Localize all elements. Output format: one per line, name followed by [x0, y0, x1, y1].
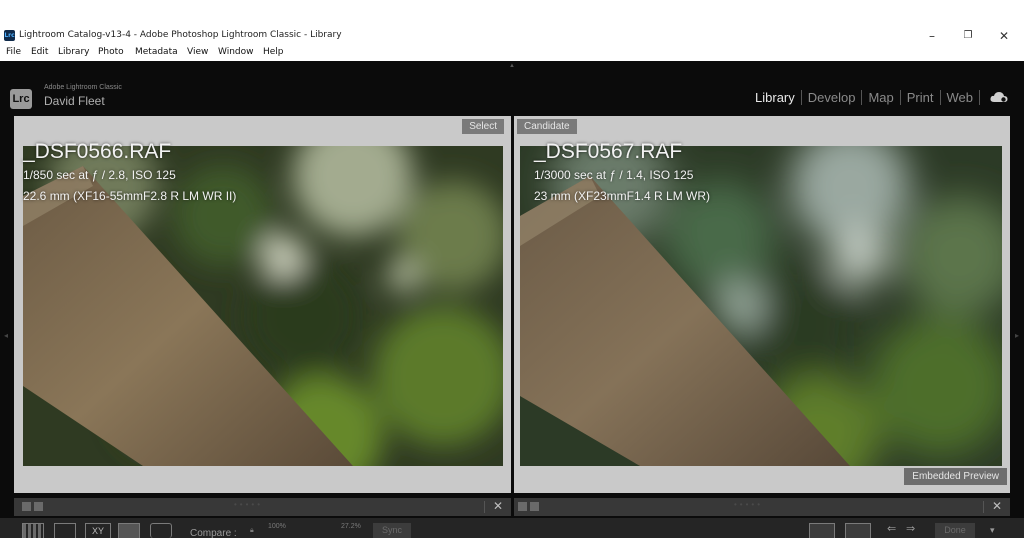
- module-picker: Library Develop Map Print Web: [749, 89, 1008, 105]
- close-button[interactable]: ✕: [986, 27, 1022, 45]
- module-print[interactable]: Print: [901, 90, 940, 105]
- select-pane-footer: ••••• ✕: [14, 498, 511, 516]
- done-button[interactable]: Done: [935, 523, 975, 538]
- embedded-preview-badge: Embedded Preview: [904, 468, 1007, 485]
- rating-stars-icon[interactable]: •••••: [734, 500, 763, 509]
- window-titlebar: Lrc Lightroom Catalog-v13-4 - Adobe Phot…: [0, 27, 1024, 45]
- make-select-icon[interactable]: [845, 523, 871, 538]
- previous-arrow-icon[interactable]: ⇐: [887, 522, 896, 535]
- select-filename: _DSF0566.RAF: [23, 140, 172, 163]
- compare-label: Compare :: [190, 528, 237, 538]
- module-web[interactable]: Web: [941, 90, 980, 105]
- menu-bar: File Edit Library Photo Metadata View Wi…: [0, 45, 1024, 61]
- footer-divider: [983, 501, 984, 513]
- user-name: David Fleet: [44, 94, 105, 108]
- candidate-lens: 23 mm (XF23mmF1.4 R LM WR): [534, 189, 711, 203]
- close-select-icon[interactable]: ✕: [493, 499, 503, 513]
- footer-divider: [484, 501, 485, 513]
- module-library[interactable]: Library: [749, 90, 801, 105]
- module-map[interactable]: Map: [862, 90, 899, 105]
- lrc-logo: Lrc: [10, 89, 32, 109]
- close-candidate-icon[interactable]: ✕: [992, 499, 1002, 513]
- compare-view-icon[interactable]: XY: [85, 523, 111, 538]
- maximize-button[interactable]: ❐: [950, 27, 986, 45]
- candidate-tag: Candidate: [517, 119, 577, 134]
- zoom-right-value: 27.2%: [341, 523, 361, 530]
- menu-window[interactable]: Window: [218, 47, 254, 57]
- cloud-sync-icon[interactable]: [990, 91, 1008, 103]
- select-pane[interactable]: Select _DSF0566.RAF 1/850 sec at ƒ / 2.8…: [14, 116, 511, 493]
- top-panel-toggle-icon[interactable]: ▲: [509, 63, 515, 69]
- zoom-left-value: 100%: [268, 523, 286, 530]
- candidate-exposure: 1/3000 sec at ƒ / 1.4, ISO 125: [534, 168, 694, 182]
- menu-view[interactable]: View: [187, 47, 208, 57]
- product-name: Adobe Lightroom Classic: [44, 84, 122, 91]
- candidate-pane[interactable]: Candidate _DSF0567.RAF 1/3000 sec at ƒ /…: [514, 116, 1010, 493]
- toolbar-menu-chevron-icon[interactable]: ▾: [990, 525, 995, 536]
- candidate-filename: _DSF0567.RAF: [534, 140, 683, 163]
- menu-metadata[interactable]: Metadata: [135, 47, 178, 57]
- rating-stars-icon[interactable]: •••••: [234, 500, 263, 509]
- bottom-toolbar: XY Compare : 🔒︎ 100% 27.2% Sync ⇐ ⇒ Done…: [0, 518, 1024, 538]
- lock-icon[interactable]: 🔒︎: [250, 527, 254, 535]
- minimize-button[interactable]: –: [914, 27, 950, 45]
- grid-view-icon[interactable]: [22, 523, 44, 538]
- next-arrow-icon[interactable]: ⇒: [906, 522, 915, 535]
- sync-button[interactable]: Sync: [373, 523, 411, 538]
- select-lens: 22.6 mm (XF16-55mmF2.8 R LM WR II): [23, 189, 237, 203]
- module-divider: [979, 89, 980, 105]
- lightroom-app: ▲ Lrc Adobe Lightroom Classic David Flee…: [0, 61, 1024, 538]
- menu-edit[interactable]: Edit: [31, 47, 48, 57]
- people-view-icon[interactable]: [150, 523, 172, 538]
- select-tag: Select: [462, 119, 504, 134]
- survey-view-icon[interactable]: [118, 523, 140, 538]
- left-panel-toggle-icon[interactable]: ◂: [4, 331, 8, 340]
- candidate-pane-footer: ••••• ✕: [514, 498, 1010, 516]
- flag-pick-icon[interactable]: [22, 502, 31, 511]
- menu-help[interactable]: Help: [263, 47, 284, 57]
- select-exposure: 1/850 sec at ƒ / 2.8, ISO 125: [23, 168, 176, 182]
- menu-photo[interactable]: Photo: [98, 47, 124, 57]
- lightroom-app-icon: Lrc: [4, 30, 15, 41]
- flag-reject-icon[interactable]: [34, 502, 43, 511]
- menu-library[interactable]: Library: [58, 47, 89, 57]
- window-title: Lightroom Catalog-v13-4 - Adobe Photosho…: [19, 30, 342, 40]
- loupe-view-icon[interactable]: [54, 523, 76, 538]
- swap-icon[interactable]: [809, 523, 835, 538]
- flag-pick-icon[interactable]: [518, 502, 527, 511]
- menu-file[interactable]: File: [6, 47, 21, 57]
- module-develop[interactable]: Develop: [802, 90, 862, 105]
- flag-reject-icon[interactable]: [530, 502, 539, 511]
- right-panel-toggle-icon[interactable]: ▸: [1015, 331, 1019, 340]
